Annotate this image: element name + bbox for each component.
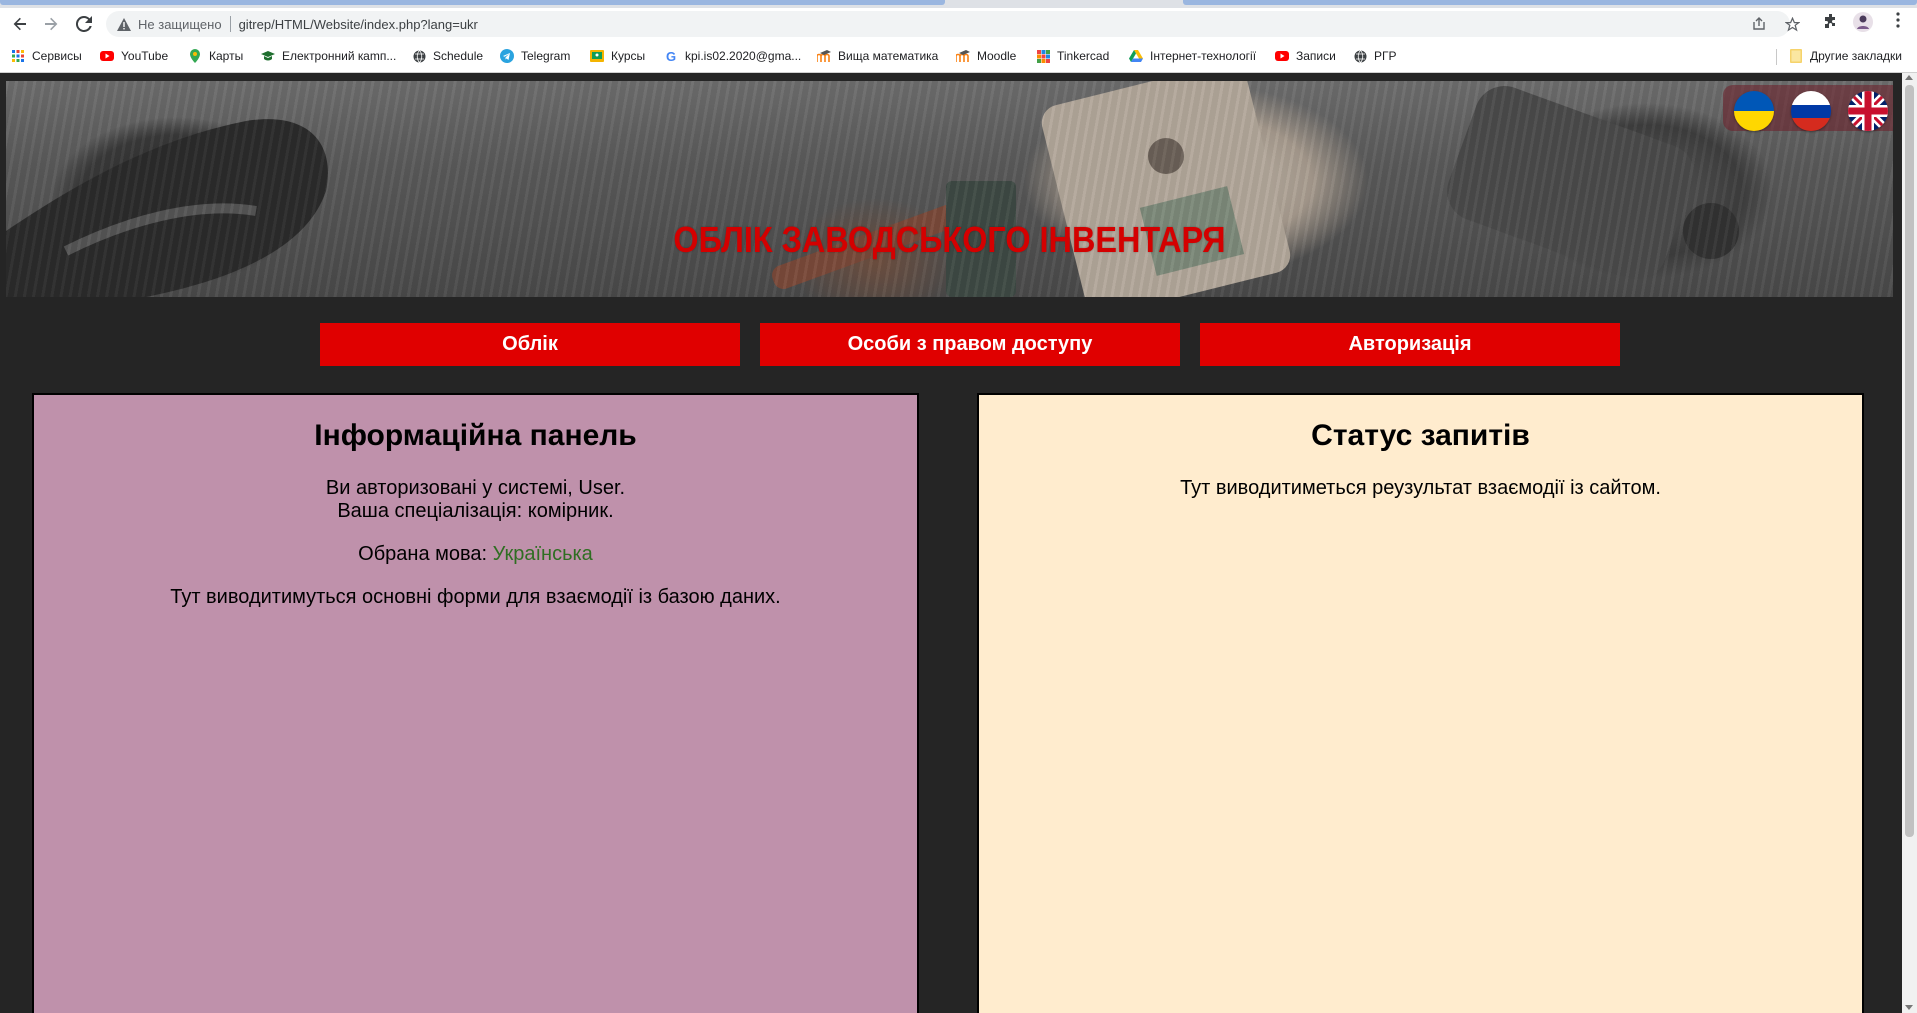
tinkercad-icon	[1036, 49, 1050, 63]
bookmark-tinkercad[interactable]: Tinkercad	[1036, 47, 1109, 65]
classroom-icon	[590, 49, 604, 63]
selected-language-value: Українська	[492, 543, 593, 565]
bookmark-label: Інтернет-технології	[1150, 49, 1257, 63]
graduation-cap-icon	[261, 49, 275, 63]
warning-icon[interactable]	[116, 16, 132, 32]
bookmark-star-icon[interactable]	[1784, 16, 1800, 32]
url-text[interactable]: gitrep/HTML/Website/index.php?lang=ukr	[239, 17, 478, 32]
bookmark-internet-tech[interactable]: Інтернет-технології	[1129, 47, 1256, 65]
uk-flag-icon[interactable]	[1848, 91, 1888, 131]
apps-grid-icon	[11, 49, 25, 63]
bookmark-rgr[interactable]: РГР	[1353, 47, 1397, 65]
nav-accounting-button[interactable]: Облік	[320, 323, 740, 366]
back-arrow-icon	[13, 17, 26, 31]
globe-icon	[412, 49, 426, 63]
bookmark-higher-math[interactable]: Вища математика	[817, 47, 938, 65]
ukrainian-flag-icon[interactable]	[1734, 91, 1774, 131]
bookmark-label: РГР	[1374, 49, 1397, 63]
google-drive-icon	[1129, 49, 1143, 63]
page-scrollbar[interactable]	[1902, 73, 1917, 1013]
bookmark-youtube[interactable]: YouTube	[100, 47, 168, 65]
bookmark-maps[interactable]: Карты	[188, 47, 243, 65]
bookmark-apps[interactable]: Сервисы	[11, 47, 82, 65]
bookmark-courses[interactable]: Курсы	[590, 47, 645, 65]
bookmark-recordings[interactable]: Записи	[1275, 47, 1336, 65]
moodle-icon	[817, 49, 831, 63]
security-label[interactable]: Не защищено	[138, 17, 222, 32]
auth-status-line: Ви авторизовані у системі, User.	[325, 477, 626, 499]
extensions-puzzle-icon[interactable]	[1822, 12, 1840, 30]
reload-icon	[76, 16, 92, 32]
nav-access-persons-button[interactable]: Особи з правом доступу	[760, 323, 1180, 366]
russian-flag-icon[interactable]	[1791, 91, 1831, 131]
site-title: ОБЛІК ЗАВОДСЬКОГО ІНВЕНТАРЯ	[673, 219, 1226, 260]
info-panel-title: Інформаційна панель	[314, 419, 637, 452]
page-viewport: ОБЛІК ЗАВОДСЬКОГО ІНВЕНТАРЯ Облік Особи …	[0, 73, 1917, 1013]
youtube-icon	[100, 49, 114, 63]
bookmark-label: Telegram	[521, 49, 571, 63]
bookmark-telegram[interactable]: Telegram	[500, 47, 570, 65]
share-icon[interactable]	[1751, 16, 1767, 32]
status-panel: Статус запитів Тут виводитиметься реузул…	[977, 393, 1864, 1013]
browser-toolbar: Не защищено gitrep/HTML/Website/index.ph…	[0, 8, 1917, 40]
other-tab-edge[interactable]	[1183, 0, 1917, 5]
selected-language-row: Обрана мова: Українська	[34, 543, 917, 566]
tab-strip	[0, 0, 1917, 8]
menu-kebab-icon[interactable]	[1889, 11, 1907, 29]
bookmark-label: Сервисы	[32, 49, 82, 63]
nav-authorization-button[interactable]: Авторизація	[1200, 323, 1620, 366]
youtube-icon	[1275, 49, 1289, 63]
moodle-icon	[956, 49, 970, 63]
bookmark-label: Курсы	[611, 49, 646, 63]
address-bar[interactable]: Не защищено gitrep/HTML/Website/index.ph…	[106, 11, 1790, 37]
specialization-line: Ваша спеціалізація: комірник.	[337, 500, 614, 522]
bookmark-schedule[interactable]: Schedule	[412, 47, 483, 65]
bookmark-label: Вища математика	[838, 49, 939, 63]
bookmark-label: Записи	[1296, 49, 1336, 63]
scroll-up-arrow-icon[interactable]	[1905, 75, 1913, 80]
omnibox-divider	[229, 16, 231, 32]
language-switcher	[1723, 85, 1893, 131]
status-panel-body: Тут виводитиметься реузультат взаємодії …	[1180, 477, 1661, 499]
bookmark-label: Tinkercad	[1057, 49, 1110, 63]
tools-background-image	[6, 81, 1739, 297]
scroll-down-arrow-icon[interactable]	[1905, 1005, 1913, 1010]
bookmark-label: kpi.is02.2020@gma...	[685, 49, 802, 63]
selected-language-label: Обрана мова:	[358, 543, 493, 565]
globe-icon	[1353, 49, 1367, 63]
bookmark-label: Електронний кamп...	[282, 49, 397, 63]
bookmark-gmail-account[interactable]: G kpi.is02.2020@gma...	[664, 47, 801, 65]
forward-button[interactable]	[39, 12, 63, 36]
folder-icon	[1789, 49, 1803, 63]
status-panel-title: Статус запитів	[1311, 419, 1530, 452]
forward-arrow-icon	[45, 17, 58, 31]
bookmarks-bar: Сервисы YouTube Карты Електронний кamп..…	[0, 40, 1917, 73]
browser-chrome: Не защищено gitrep/HTML/Website/index.ph…	[0, 0, 1917, 73]
bookmark-other-folder[interactable]: Другие закладки	[1789, 47, 1902, 65]
maps-pin-icon	[188, 49, 202, 63]
telegram-icon	[500, 49, 514, 63]
bookmark-moodle[interactable]: Moodle	[956, 47, 1016, 65]
reload-button[interactable]	[72, 12, 96, 36]
bookmark-label: Schedule	[433, 49, 484, 63]
bookmark-label: YouTube	[121, 49, 169, 63]
profile-avatar[interactable]	[1852, 11, 1874, 33]
bookmarks-divider	[1776, 49, 1777, 65]
info-panel-body: Тут виводитимуться основні форми для вза…	[170, 586, 781, 608]
scroll-thumb[interactable]	[1905, 85, 1914, 837]
header-banner: ОБЛІК ЗАВОДСЬКОГО ІНВЕНТАРЯ	[6, 81, 1893, 297]
google-g-icon: G	[665, 48, 677, 64]
bookmark-label: Moodle	[977, 49, 1017, 63]
info-panel: Інформаційна панель Ви авторизовані у си…	[32, 393, 919, 1013]
active-tab-edge[interactable]	[0, 0, 945, 5]
back-button[interactable]	[8, 12, 32, 36]
bookmark-ecampus[interactable]: Електронний кamп...	[261, 47, 396, 65]
bookmark-label: Другие закладки	[1810, 49, 1902, 63]
bookmark-label: Карты	[209, 49, 244, 63]
